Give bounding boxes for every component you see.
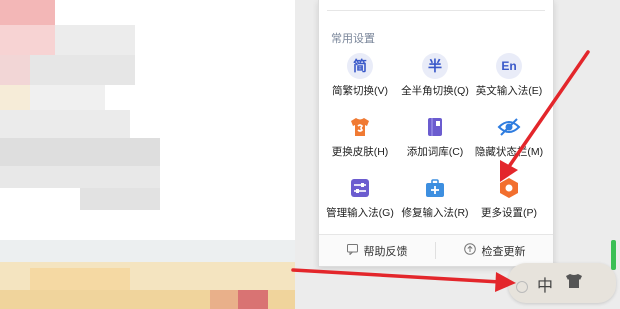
english-input-icon: En bbox=[496, 53, 522, 79]
item-label: 更多设置(P) bbox=[481, 207, 537, 219]
item-label: 英文输入法(E) bbox=[475, 85, 543, 97]
ime-logo-icon bbox=[516, 281, 528, 293]
scrollbar-thumb[interactable] bbox=[611, 240, 616, 270]
more-settings-hex-icon bbox=[496, 175, 522, 201]
repair-input-button[interactable]: 修复输入法(R) bbox=[396, 175, 474, 220]
half-width-icon: 半 bbox=[422, 53, 448, 79]
upload-arrow-icon bbox=[463, 243, 476, 258]
item-label: 隐藏状态栏(M) bbox=[474, 146, 544, 158]
item-label: 管理输入法(G) bbox=[326, 207, 394, 219]
chat-bubble-icon bbox=[346, 243, 358, 258]
item-label: 更换皮肤(H) bbox=[331, 146, 389, 158]
check-update-button[interactable]: 检查更新 bbox=[436, 235, 553, 266]
check-update-label: 检查更新 bbox=[481, 245, 526, 258]
blurred-background bbox=[0, 0, 295, 309]
simplified-traditional-icon: 简 bbox=[347, 53, 373, 79]
item-label: 添加词库(C) bbox=[406, 146, 464, 158]
popup-divider bbox=[327, 10, 545, 11]
add-dictionary-button[interactable]: 添加词库(C) bbox=[396, 114, 474, 159]
help-feedback-label: 帮助反馈 bbox=[363, 245, 408, 258]
item-label: 全半角切换(Q) bbox=[401, 85, 469, 97]
dictionary-icon bbox=[422, 114, 448, 140]
repair-toolbox-icon bbox=[422, 175, 448, 201]
popup-footer: 帮助反馈 检查更新 bbox=[319, 234, 553, 266]
item-label: 简繁切换(V) bbox=[332, 85, 388, 97]
ime-settings-popup: 常用设置 简 简繁切换(V) 半 全半角切换(Q) En 英文输入法(E) 更换… bbox=[318, 0, 554, 267]
section-title: 常用设置 bbox=[331, 33, 375, 45]
half-full-width-toggle[interactable]: 半 全半角切换(Q) bbox=[396, 53, 474, 98]
english-input-toggle[interactable]: En 英文输入法(E) bbox=[470, 53, 548, 98]
simplified-traditional-toggle[interactable]: 简 简繁切换(V) bbox=[321, 53, 399, 98]
manage-input-button[interactable]: 管理输入法(G) bbox=[321, 175, 399, 220]
ime-language-toggle[interactable]: 中 bbox=[537, 272, 553, 296]
ime-status-bar[interactable]: 中 bbox=[508, 263, 616, 303]
item-label: 修复输入法(R) bbox=[401, 207, 469, 219]
hide-statusbar-button[interactable]: 隐藏状态栏(M) bbox=[470, 114, 548, 159]
more-settings-button[interactable]: 更多设置(P) bbox=[470, 175, 548, 220]
ime-skin-shirt-icon[interactable] bbox=[565, 273, 583, 291]
help-feedback-button[interactable]: 帮助反馈 bbox=[319, 235, 435, 266]
manage-input-icon bbox=[347, 175, 373, 201]
hide-eye-icon bbox=[496, 114, 522, 140]
change-skin-button[interactable]: 更换皮肤(H) bbox=[321, 114, 399, 159]
skin-shirt-icon bbox=[347, 114, 373, 140]
